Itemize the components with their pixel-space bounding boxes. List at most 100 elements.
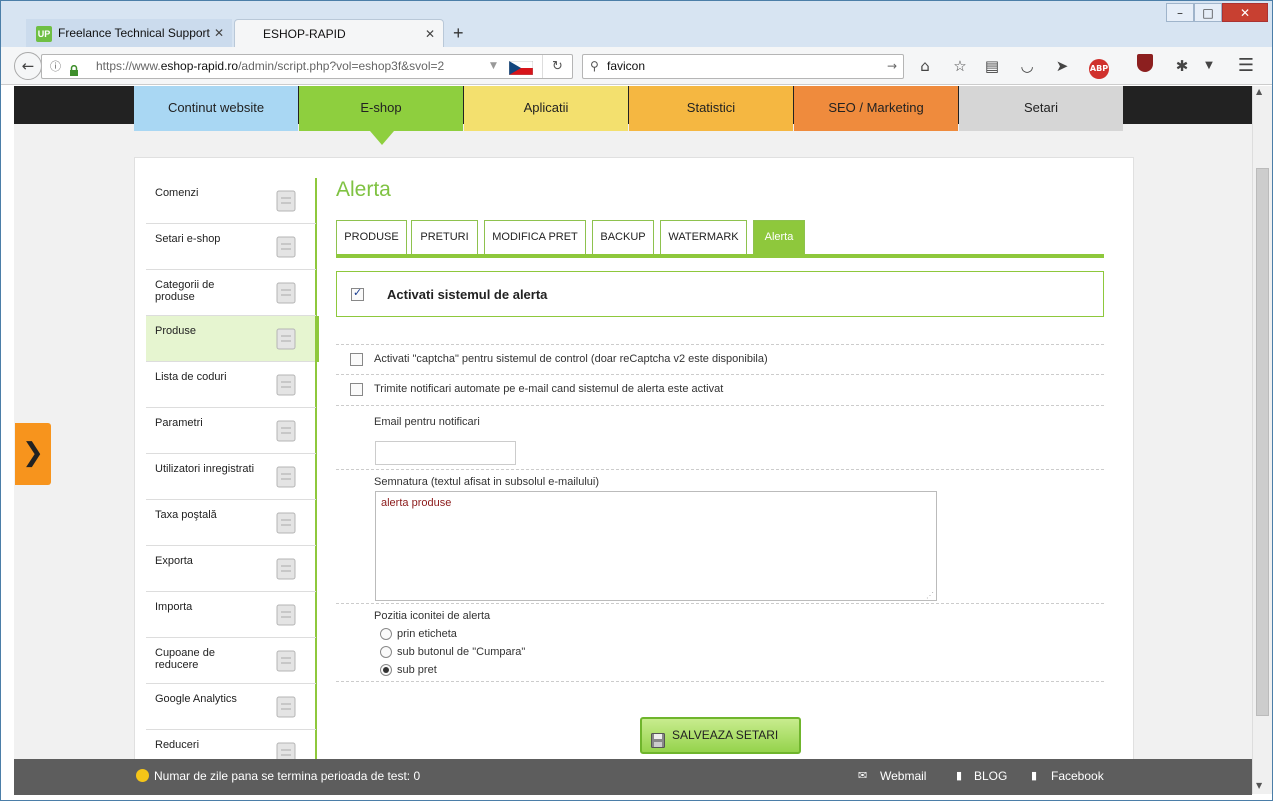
dropdown-icon[interactable]: ▼ bbox=[490, 55, 497, 78]
ublock-icon[interactable] bbox=[1132, 54, 1158, 78]
extensions-dropdown-icon[interactable]: ▼ bbox=[1196, 54, 1222, 78]
sidebar-item-utilizatori-inregistrati[interactable]: Utilizatori inregistrati bbox=[146, 454, 316, 500]
main-tab-setari[interactable]: Setari bbox=[959, 86, 1123, 131]
reload-icon[interactable]: ↻ bbox=[542, 55, 572, 78]
pocket-icon[interactable]: ◡ bbox=[1014, 54, 1040, 78]
sidebar-item-setari-e-shop[interactable]: Setari e-shop bbox=[146, 224, 316, 270]
signature-textarea[interactable]: alerta produse ⋰ bbox=[375, 491, 937, 601]
main-tab-label: Continut website bbox=[167, 100, 265, 115]
upwork-icon: UP bbox=[36, 25, 52, 42]
scroll-down-icon[interactable]: ▼ bbox=[1256, 781, 1262, 790]
main-tab-label: Statistici bbox=[686, 100, 736, 115]
radio-sub-pret[interactable] bbox=[380, 664, 392, 676]
browser-window: – □ ✕ UP Freelance Technical Support ✕ ES… bbox=[0, 0, 1273, 801]
radio-label: sub butonul de "Cumpara" bbox=[397, 646, 526, 658]
radio-sub-buton[interactable] bbox=[380, 646, 392, 658]
tab-strip: UP Freelance Technical Support ✕ ESHOP-RA… bbox=[1, 17, 1272, 49]
search-go-icon[interactable]: → bbox=[887, 55, 897, 78]
sidebar-item-label: Exporta bbox=[155, 555, 193, 567]
adblock-icon[interactable]: ABP bbox=[1086, 54, 1112, 79]
radio-prin-eticheta[interactable] bbox=[380, 628, 392, 640]
tab-alerta[interactable]: Alerta bbox=[753, 220, 805, 254]
main-tab-label: SEO / Marketing bbox=[828, 100, 924, 115]
search-bar[interactable]: ⚲ favicon → bbox=[582, 54, 904, 79]
menu-icon[interactable]: ☰ bbox=[1233, 54, 1259, 78]
webmail-link[interactable]: Webmail bbox=[880, 769, 926, 783]
main-tab-label: Aplicatii bbox=[523, 100, 569, 115]
resize-handle-icon[interactable]: ⋰ bbox=[926, 591, 934, 600]
sidebar-item-google-analytics[interactable]: Google Analytics bbox=[146, 684, 316, 730]
sidebar-item-label: Cupoane de reducere bbox=[155, 647, 215, 671]
expand-panel-button[interactable]: ❯ bbox=[15, 423, 51, 485]
new-tab-button[interactable]: + bbox=[448, 19, 474, 49]
activate-checkbox[interactable] bbox=[351, 286, 364, 301]
home-icon[interactable]: ⌂ bbox=[912, 54, 938, 78]
tab-backup[interactable]: BACKUP bbox=[592, 220, 654, 254]
extension-icon[interactable]: ✱ bbox=[1169, 54, 1195, 78]
save-settings-button[interactable]: SALVEAZA SETARI bbox=[640, 717, 801, 754]
tab-produse[interactable]: PRODUSE bbox=[336, 220, 407, 254]
sidebar-item-comenzi[interactable]: Comenzi bbox=[146, 178, 316, 224]
floppy-disk-icon bbox=[651, 728, 665, 748]
main-tab-e-shop[interactable]: E-shop bbox=[299, 86, 463, 131]
main-tab-seo-marketing[interactable]: SEO / Marketing bbox=[794, 86, 958, 131]
products-icon bbox=[274, 326, 298, 352]
tab-modifica-pret[interactable]: MODIFICA PRET bbox=[484, 220, 586, 254]
notify-checkbox[interactable] bbox=[350, 383, 363, 396]
sidebar-item-taxa-po-tal-[interactable]: Taxa poştală bbox=[146, 500, 316, 546]
blog-icon: ▮ bbox=[956, 769, 963, 782]
email-field[interactable] bbox=[375, 441, 516, 465]
sidebar-item-cupoane-de-reducere[interactable]: Cupoane de reducere bbox=[146, 638, 316, 684]
search-input[interactable]: favicon bbox=[607, 55, 645, 78]
url-bar[interactable]: ⓘ https://www.eshop-rapid.ro/admin/scrip… bbox=[41, 54, 573, 79]
active-item-marker bbox=[315, 316, 319, 362]
sidebar-item-label: Importa bbox=[155, 601, 193, 613]
sidebar-item-importa[interactable]: Importa bbox=[146, 592, 316, 638]
coupon-icon bbox=[274, 648, 298, 674]
divider bbox=[336, 603, 1104, 604]
title-bar: – □ ✕ UP Freelance Technical Support ✕ ES… bbox=[1, 1, 1272, 49]
mail-icon: ✉ bbox=[858, 769, 868, 782]
sidebar-item-parametri[interactable]: Parametri bbox=[146, 408, 316, 454]
url-text: https://www.eshop-rapid.ro/admin/script.… bbox=[96, 55, 444, 78]
activate-label: Activati sistemul de alerta bbox=[387, 287, 548, 302]
divider bbox=[336, 374, 1104, 375]
close-tab-icon[interactable]: ✕ bbox=[425, 20, 435, 48]
main-tab-continut-website[interactable]: Continut website bbox=[134, 86, 298, 131]
sidebar-item-label: Taxa poştală bbox=[155, 509, 217, 521]
scroll-thumb[interactable] bbox=[1256, 168, 1269, 716]
browser-tab-freelance[interactable]: UP Freelance Technical Support ✕ bbox=[26, 19, 232, 49]
upload-icon bbox=[274, 556, 298, 582]
bookmark-star-icon[interactable]: ☆ bbox=[947, 54, 973, 78]
radio-label: prin eticheta bbox=[397, 628, 457, 640]
scroll-up-icon[interactable]: ▲ bbox=[1256, 87, 1262, 96]
activate-box: Activati sistemul de alerta bbox=[336, 271, 1104, 317]
close-tab-icon[interactable]: ✕ bbox=[214, 19, 224, 47]
blog-link[interactable]: BLOG bbox=[974, 769, 1007, 783]
main-tab-statistici[interactable]: Statistici bbox=[629, 86, 793, 131]
discount-icon bbox=[274, 740, 298, 759]
active-tab-indicator bbox=[369, 131, 394, 145]
search-icon: ⚲ bbox=[590, 59, 599, 73]
facebook-link[interactable]: Facebook bbox=[1051, 769, 1104, 783]
captcha-checkbox[interactable] bbox=[350, 353, 363, 366]
sidebar-item-categorii-de-produse[interactable]: Categorii de produse bbox=[146, 270, 316, 316]
main-tab-label: Setari bbox=[1024, 100, 1058, 115]
browser-tab-eshop[interactable]: ESHOP-RAPID ✕ bbox=[234, 19, 444, 49]
navigation-bar: ← ⓘ https://www.eshop-rapid.ro/admin/scr… bbox=[1, 47, 1272, 85]
main-tab-aplicatii[interactable]: Aplicatii bbox=[464, 86, 628, 131]
info-icon[interactable]: ⓘ bbox=[50, 55, 61, 78]
tab-preturi[interactable]: PRETURI bbox=[411, 220, 478, 254]
page-scrollbar[interactable]: ▲ ▼ bbox=[1252, 86, 1272, 794]
lock-icon[interactable] bbox=[69, 61, 79, 76]
sidebar-item-label: Setari e-shop bbox=[155, 233, 221, 245]
reading-list-icon[interactable]: ▤ bbox=[979, 54, 1005, 78]
sidebar-item-reduceri[interactable]: Reduceri bbox=[146, 730, 316, 759]
sidebar-item-lista-de-coduri[interactable]: Lista de coduri bbox=[146, 362, 316, 408]
sidebar-item-produse[interactable]: Produse bbox=[146, 316, 319, 362]
back-icon[interactable]: ← bbox=[14, 52, 42, 80]
send-icon[interactable]: ➤ bbox=[1049, 54, 1075, 78]
sidebar-item-exporta[interactable]: Exporta bbox=[146, 546, 316, 592]
tab-watermark[interactable]: WATERMARK bbox=[660, 220, 747, 254]
url-path: /admin/script.php?vol=eshop3f&svol=2 bbox=[238, 59, 445, 73]
